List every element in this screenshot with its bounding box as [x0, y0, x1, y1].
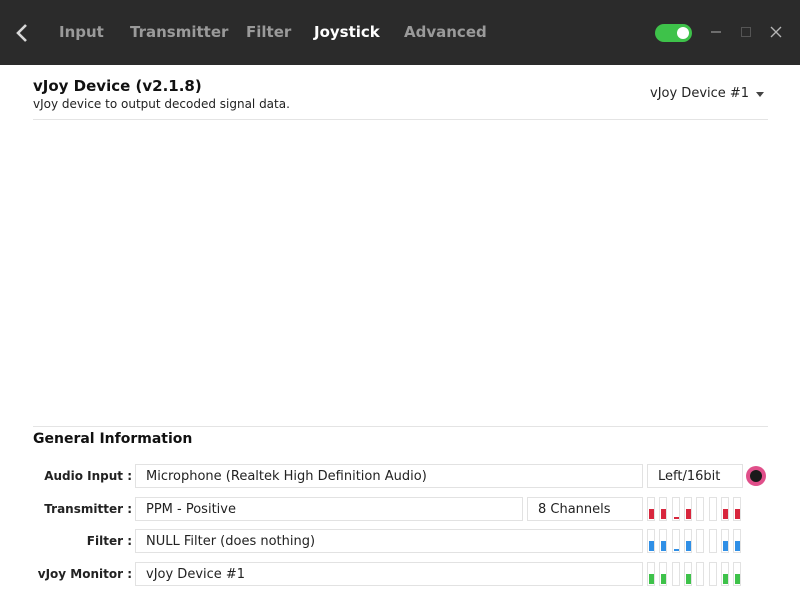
close-icon[interactable] — [766, 22, 786, 42]
general-info-title: General Information — [33, 431, 193, 447]
tab-filter[interactable]: Filter — [246, 23, 291, 41]
filter-channel-meter-6 — [709, 529, 717, 553]
filter-channel-meter-7 — [721, 529, 729, 553]
vjoy-channel-level-2 — [661, 574, 666, 584]
transmitter-channel-level-4 — [686, 509, 691, 519]
audio-input-label: Audio Input : — [44, 469, 132, 483]
vjoy-channel-level-7 — [723, 574, 728, 584]
audio-input-field[interactable]: Microphone (Realtek High Definition Audi… — [135, 464, 643, 488]
transmitter-channel-level-8 — [735, 509, 740, 519]
filter-channel-level-7 — [723, 541, 728, 551]
filter-channel-level-4 — [686, 541, 691, 551]
section-divider — [33, 426, 768, 427]
device-selector[interactable]: vJoy Device #1 — [650, 86, 768, 104]
transmitter-channel-level-3 — [674, 517, 679, 519]
filter-channel-level-1 — [649, 541, 654, 551]
filter-channel-meter-5 — [696, 529, 704, 553]
vjoy-channel-meter-8 — [733, 562, 741, 586]
vjoy-channel-meter-7 — [721, 562, 729, 586]
filter-channel-level-8 — [735, 541, 740, 551]
audio-format-field[interactable]: Left/16bit — [647, 464, 743, 488]
transmitter-field[interactable]: PPM - Positive — [135, 497, 523, 521]
vjoy-channel-meter-6 — [709, 562, 717, 586]
filter-channel-level-3 — [674, 549, 679, 551]
filter-label: Filter : — [86, 534, 132, 548]
transmitter-channel-meter-6 — [709, 497, 717, 521]
transmitter-channel-level-7 — [723, 509, 728, 519]
transmitter-channel-meter-8 — [733, 497, 741, 521]
tab-input[interactable]: Input — [59, 23, 104, 41]
enable-toggle[interactable] — [655, 24, 692, 42]
filter-channel-meter-3 — [672, 529, 680, 553]
device-subtitle: vJoy device to output decoded signal dat… — [33, 97, 290, 111]
vjoy-channel-level-8 — [735, 574, 740, 584]
filter-channel-level-2 — [661, 541, 666, 551]
vjoy-channel-meter-5 — [696, 562, 704, 586]
chevron-left-icon[interactable] — [13, 22, 31, 44]
transmitter-label: Transmitter : — [44, 502, 132, 516]
filter-field[interactable]: NULL Filter (does nothing) — [135, 529, 643, 553]
transmitter-channel-meter-7 — [721, 497, 729, 521]
filter-channel-meter-8 — [733, 529, 741, 553]
filter-channel-meter-1 — [647, 529, 655, 553]
transmitter-channel-meter-4 — [684, 497, 692, 521]
record-icon[interactable] — [746, 466, 766, 486]
vjoy-channel-level-4 — [686, 574, 691, 584]
record-dot — [750, 470, 762, 482]
filter-channel-meter-4 — [684, 529, 692, 553]
vjoy-monitor-label: vJoy Monitor : — [37, 567, 132, 581]
transmitter-channel-meter-3 — [672, 497, 680, 521]
vjoy-channel-meter-2 — [659, 562, 667, 586]
header-divider — [33, 119, 768, 120]
vjoy-monitor-field[interactable]: vJoy Device #1 — [135, 562, 643, 586]
transmitter-channel-level-2 — [661, 509, 666, 519]
vjoy-channel-meter-3 — [672, 562, 680, 586]
vjoy-channel-meter-1 — [647, 562, 655, 586]
device-title: vJoy Device (v2.1.8) — [33, 77, 202, 95]
tab-advanced[interactable]: Advanced — [404, 23, 487, 41]
vjoy-channel-meter-4 — [684, 562, 692, 586]
transmitter-channel-level-1 — [649, 509, 654, 519]
tab-joystick[interactable]: Joystick — [314, 23, 380, 41]
minimize-icon[interactable] — [706, 22, 726, 42]
transmitter-channel-meter-5 — [696, 497, 704, 521]
chevron-down-icon — [756, 92, 764, 97]
filter-channel-meter-2 — [659, 529, 667, 553]
transmitter-channel-meter-2 — [659, 497, 667, 521]
transmitter-channel-meter-1 — [647, 497, 655, 521]
maximize-icon[interactable] — [736, 22, 756, 42]
device-selector-value: vJoy Device #1 — [650, 86, 750, 101]
tab-transmitter[interactable]: Transmitter — [130, 23, 228, 41]
channels-field[interactable]: 8 Channels — [527, 497, 643, 521]
toggle-knob — [677, 27, 689, 39]
vjoy-channel-level-1 — [649, 574, 654, 584]
title-bar: Input Transmitter Filter Joystick Advanc… — [0, 0, 800, 65]
